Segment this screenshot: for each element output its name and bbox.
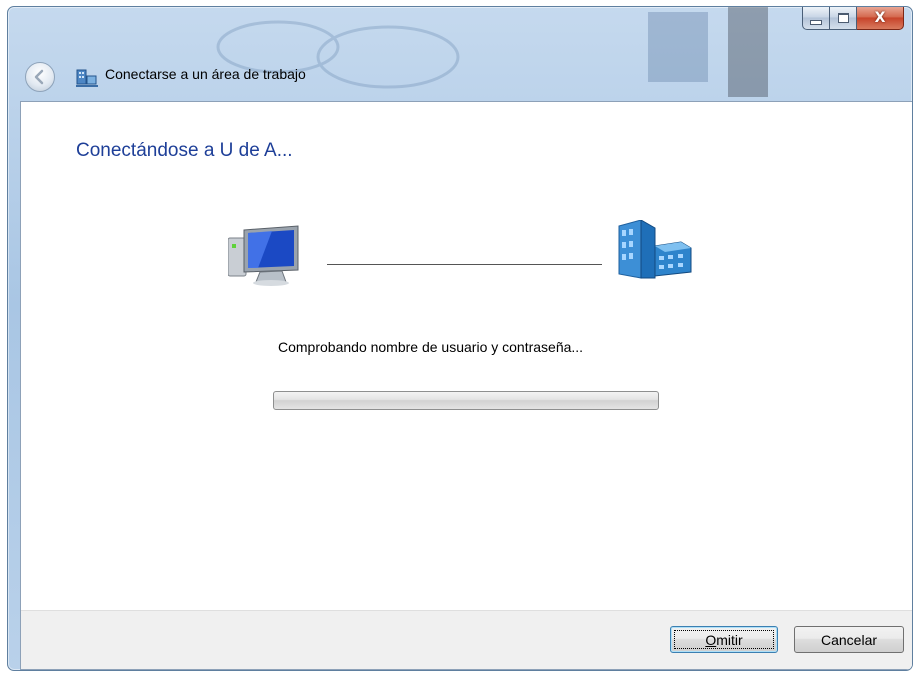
close-icon: X	[874, 10, 886, 26]
cancel-button[interactable]: Cancelar	[794, 626, 904, 653]
dialog-content: Conectándose a U de A... Comprobando nom…	[20, 101, 912, 670]
close-button[interactable]: X	[857, 7, 904, 30]
background-decoration	[216, 7, 768, 97]
back-button[interactable]	[25, 62, 55, 92]
minimize-icon	[810, 19, 822, 25]
maximize-icon	[837, 13, 849, 23]
window-title: Conectarse a un área de trabajo	[105, 66, 306, 82]
maximize-button[interactable]	[830, 7, 857, 30]
office-building-icon	[618, 220, 692, 279]
back-arrow-icon	[34, 69, 44, 85]
page-title: Conectándose a U de A...	[76, 140, 293, 161]
skip-button[interactable]: Omitir	[670, 626, 778, 653]
status-text: Comprobando nombre de usuario y contrase…	[278, 339, 584, 355]
focus-rectangle	[674, 630, 774, 649]
connection-line	[327, 264, 602, 265]
progress-bar	[273, 391, 659, 410]
minimize-button[interactable]	[802, 7, 830, 30]
network-workplace-icon	[76, 69, 98, 87]
computer-icon	[228, 225, 299, 286]
dialog-window: X Conectarse a un área de trabajo Conect…	[7, 6, 913, 671]
caption-buttons: X	[802, 7, 904, 30]
dialog-footer: Omitir Cancelar	[21, 610, 912, 669]
